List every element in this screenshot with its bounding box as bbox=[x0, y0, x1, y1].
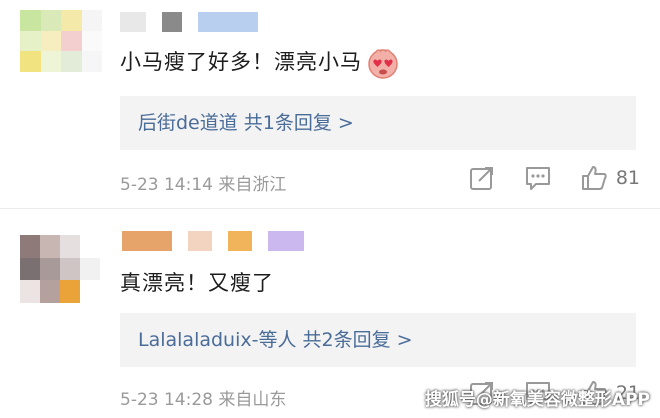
username-block bbox=[122, 231, 172, 251]
reply-summary-link[interactable]: Lalalaladuix-等人 共2条回复 > bbox=[120, 313, 636, 367]
avatar-pixel bbox=[20, 30, 41, 52]
comment-text: 小马瘦了好多！漂亮小马 bbox=[120, 46, 400, 80]
avatar-pixel bbox=[81, 30, 102, 52]
comment-date: 5-23 14:28 bbox=[120, 390, 213, 410]
avatar-pixel bbox=[40, 10, 61, 31]
avatar-pixel bbox=[40, 30, 61, 52]
watermark: 搜狐号@新氧美容微整形APP bbox=[424, 390, 650, 410]
username-block bbox=[228, 231, 252, 251]
comment-actions: 81 bbox=[468, 164, 640, 192]
username-block bbox=[162, 12, 182, 32]
username-block bbox=[120, 12, 146, 32]
avatar-pixel bbox=[20, 257, 40, 281]
avatar-pixel bbox=[60, 280, 80, 303]
avatar-pixel bbox=[20, 51, 41, 72]
comment-text-content: 真漂亮！又瘦了 bbox=[120, 271, 274, 295]
avatar-pixel bbox=[81, 51, 102, 72]
avatar-pixel bbox=[61, 10, 82, 31]
username-block bbox=[188, 231, 212, 251]
avatar-pixel bbox=[80, 280, 100, 303]
avatar[interactable] bbox=[20, 10, 102, 72]
avatar-pixel bbox=[61, 51, 82, 72]
avatar-pixel bbox=[60, 257, 80, 281]
avatar-pixel bbox=[60, 235, 80, 258]
avatar-pixel bbox=[61, 30, 82, 52]
like-icon bbox=[581, 166, 607, 190]
like-button[interactable]: 81 bbox=[580, 164, 640, 192]
comment-location: 来自山东 bbox=[218, 390, 287, 410]
username-block bbox=[198, 12, 258, 32]
reply-summary-link[interactable]: 后街de道道 共1条回复 > bbox=[120, 96, 636, 150]
avatar-pixel bbox=[40, 257, 60, 281]
comment-date: 5-23 14:14 bbox=[120, 175, 213, 195]
avatar-pixel bbox=[20, 235, 40, 258]
username-blurred[interactable] bbox=[120, 12, 258, 32]
username-blurred[interactable] bbox=[122, 231, 304, 251]
avatar-pixel bbox=[40, 235, 60, 258]
like-count: 81 bbox=[615, 167, 640, 189]
share-icon[interactable] bbox=[468, 164, 496, 192]
comment-text-content: 小马瘦了好多！漂亮小马 bbox=[120, 50, 362, 74]
comment-meta: 5-23 14:28 来自山东 bbox=[120, 385, 286, 410]
avatar-pixel bbox=[20, 10, 41, 31]
comment-item: 小马瘦了好多！漂亮小马 后街de道道 共1条回复 > 5-23 14:14 来自… bbox=[0, 0, 660, 208]
comment-text: 真漂亮！又瘦了 bbox=[120, 267, 274, 297]
avatar-pixel bbox=[81, 10, 102, 31]
avatar[interactable] bbox=[20, 235, 100, 303]
avatar-pixel bbox=[40, 51, 61, 72]
username-block bbox=[268, 231, 304, 251]
heart-eyes-emoji-icon bbox=[368, 49, 398, 79]
comment-location: 来自浙江 bbox=[218, 175, 287, 195]
comment-meta: 5-23 14:14 来自浙江 bbox=[120, 170, 286, 195]
avatar-pixel bbox=[80, 257, 100, 281]
avatar-pixel bbox=[20, 280, 40, 303]
avatar-pixel bbox=[40, 280, 60, 303]
comment-icon[interactable] bbox=[524, 164, 552, 192]
avatar-pixel bbox=[80, 235, 100, 258]
